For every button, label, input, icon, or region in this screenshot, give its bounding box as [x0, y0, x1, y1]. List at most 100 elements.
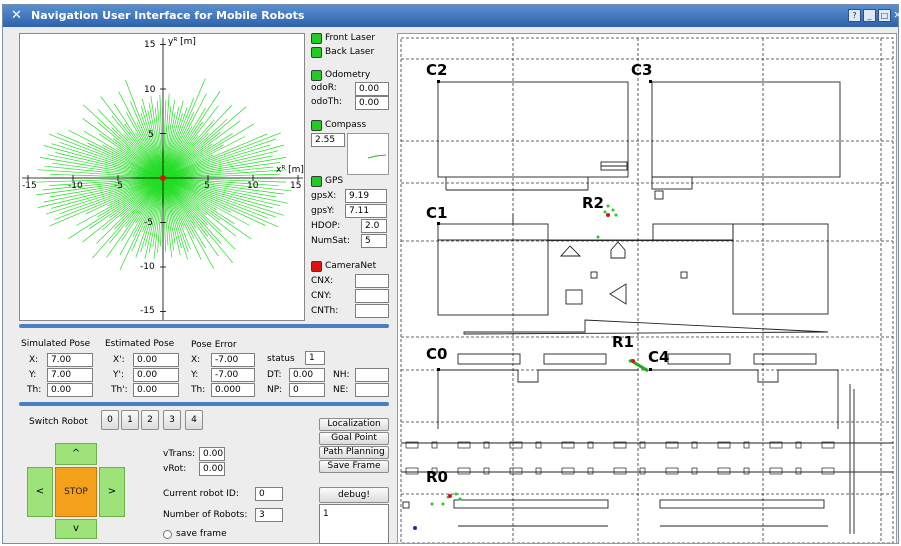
x-axis-label: xᴿ [m]	[276, 165, 304, 175]
est-x-label: X':	[113, 355, 125, 365]
map-walls	[401, 81, 893, 534]
est-x-field[interactable]: 0.00	[133, 353, 179, 367]
err-th-label: Th:	[191, 385, 206, 395]
y-tick-label: -10	[140, 262, 155, 272]
cnx-field[interactable]	[355, 274, 389, 288]
turn-right-button[interactable]: >	[99, 467, 125, 517]
dt-field[interactable]: 0.00	[289, 368, 325, 382]
forward-button[interactable]: ^	[55, 443, 97, 465]
help-button[interactable]: ?	[848, 9, 861, 22]
laser-scan-svg	[22, 38, 303, 320]
save-frame-radio[interactable]	[163, 530, 172, 539]
gpsy-field[interactable]: 7.11	[345, 204, 387, 218]
y-tick-label: -5	[144, 218, 153, 228]
cny-field[interactable]	[355, 289, 389, 303]
backward-button[interactable]: v	[55, 519, 97, 539]
stop-button[interactable]: STOP	[55, 467, 97, 517]
map-view[interactable]: C2 C3 C1 C0 C4 R2 R1 R0	[397, 33, 897, 544]
window-title: Navigation User Interface for Mobile Rob…	[31, 9, 305, 22]
particle-cloud	[430, 204, 648, 506]
dt-label: DT:	[267, 370, 282, 380]
map-obstacles	[405, 441, 835, 475]
pose-error-heading: Pose Error	[191, 340, 237, 350]
est-th-field[interactable]: 0.00	[133, 383, 179, 397]
map-svg	[400, 37, 894, 543]
x-tick-label: 10	[247, 181, 259, 191]
vrot-field[interactable]: 0.00	[199, 462, 225, 476]
debug-output[interactable]: 1	[319, 504, 389, 544]
odor-field[interactable]: 0.00	[355, 82, 389, 96]
sim-x-field[interactable]: 7.00	[47, 353, 93, 367]
num-robots-field[interactable]: 3	[255, 508, 283, 522]
robot-label-r2: R2	[582, 194, 604, 212]
nh-field[interactable]	[355, 368, 389, 382]
err-th-field[interactable]: 0.000	[211, 383, 255, 397]
x-tick-label: 5	[204, 181, 210, 191]
debug-button[interactable]: debug!	[319, 487, 389, 503]
x-tick-label: -5	[114, 181, 123, 191]
front-laser-label: Front Laser	[325, 33, 376, 43]
cnth-field[interactable]	[355, 304, 389, 318]
robot-1-button[interactable]: 1	[121, 410, 139, 430]
gpsy-label: gpsY:	[311, 206, 335, 216]
ne-label: NE:	[333, 385, 349, 395]
goal-point-button[interactable]: Goal Point	[319, 432, 389, 445]
turn-left-button[interactable]: <	[27, 467, 53, 517]
sim-y-field[interactable]: 7.00	[47, 368, 93, 382]
y-tick-label: 15	[144, 40, 156, 50]
odor-label: odoR:	[311, 83, 337, 93]
path-planning-button[interactable]: Path Planning	[319, 446, 389, 459]
maximize-button[interactable]: □	[878, 9, 891, 22]
hdop-field[interactable]: 2.0	[361, 219, 387, 233]
vtrans-label: vTrans:	[163, 449, 196, 459]
gps-label: GPS	[325, 176, 344, 186]
odoth-field[interactable]: 0.00	[355, 96, 389, 110]
compass-field[interactable]: 2.55	[311, 133, 345, 147]
sim-x-label: X:	[29, 355, 39, 365]
front-laser-led-icon	[311, 33, 322, 44]
robot-0-button[interactable]: 0	[101, 410, 119, 430]
compass-led-icon	[311, 120, 322, 131]
err-x-label: X:	[191, 355, 201, 365]
hdop-label: HDOP:	[311, 221, 341, 231]
gpsx-field[interactable]: 9.19	[345, 189, 387, 203]
map-grid	[400, 37, 894, 543]
err-y-field[interactable]: -7.00	[211, 368, 255, 382]
x-tick-label: -10	[68, 181, 83, 191]
gps-led-icon	[311, 176, 322, 187]
app-icon: ✕	[11, 8, 22, 23]
odometry-led-icon	[311, 70, 322, 81]
robot-label-r1: R1	[612, 333, 634, 351]
numsat-field[interactable]: 5	[361, 234, 387, 248]
compass-graph	[347, 133, 389, 175]
laser-scan-plot[interactable]: yᴿ [m] xᴿ [m] -15 -10 -5 5 10 15 15 10 5…	[19, 33, 305, 321]
vtrans-field[interactable]: 0.00	[199, 447, 225, 461]
corner-label-c4: C4	[648, 348, 670, 366]
close-button[interactable]: ×	[893, 9, 901, 22]
est-th-label: Th':	[111, 385, 128, 395]
gpsx-label: gpsX:	[311, 191, 337, 201]
current-robot-field[interactable]: 0	[255, 487, 283, 501]
robot-4-button[interactable]: 4	[185, 410, 203, 430]
robot-2-button[interactable]: 2	[141, 410, 159, 430]
np-label: NP:	[267, 385, 283, 395]
robot-3-button[interactable]: 3	[163, 410, 181, 430]
num-robots-label: Number of Robots:	[163, 510, 248, 520]
minimize-button[interactable]: _	[863, 9, 876, 22]
np-field[interactable]: 0	[289, 383, 325, 397]
est-y-field[interactable]: 0.00	[133, 368, 179, 382]
err-x-field[interactable]: -7.00	[211, 353, 255, 367]
localization-button[interactable]: Localization	[319, 418, 389, 431]
status-field[interactable]: 1	[305, 351, 325, 365]
corner-label-c1: C1	[426, 204, 448, 222]
y-axis-label: yᴿ [m]	[168, 37, 196, 47]
sim-y-label: Y:	[29, 370, 37, 380]
ne-field[interactable]	[355, 383, 389, 397]
save-frame-button[interactable]: Save Frame	[319, 460, 389, 473]
y-tick-label: 5	[148, 130, 154, 140]
estimated-pose-heading: Estimated Pose	[105, 339, 175, 349]
sim-th-field[interactable]: 0.00	[47, 383, 93, 397]
sim-th-label: Th:	[27, 385, 42, 395]
x-tick-label: -15	[22, 181, 37, 191]
est-y-label: Y':	[113, 370, 125, 380]
